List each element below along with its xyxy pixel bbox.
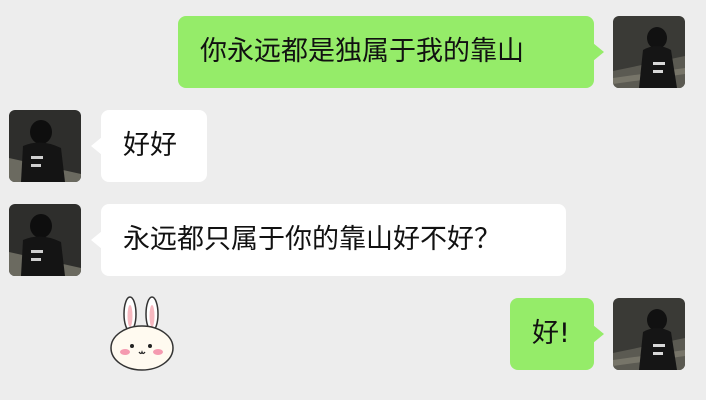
message-text: 永远都只属于你的靠山好不好？: [123, 224, 501, 255]
incoming-message-bubble[interactable]: 好好: [91, 110, 207, 182]
contact-avatar[interactable]: [9, 110, 81, 182]
message-text: 好好: [123, 130, 177, 161]
bunny-sticker[interactable]: [106, 294, 178, 378]
contact-avatar[interactable]: [9, 204, 81, 276]
my-avatar[interactable]: [613, 298, 685, 370]
outgoing-message-bubble[interactable]: 你永远都是独属于我的靠山: [178, 16, 604, 88]
incoming-message-bubble[interactable]: 永远都只属于你的靠山好不好？: [91, 204, 566, 276]
message-text: 你永远都是独属于我的靠山: [200, 36, 524, 67]
message-text: 好!: [532, 318, 570, 349]
outgoing-message-bubble[interactable]: 好!: [510, 298, 604, 370]
my-avatar[interactable]: [613, 16, 685, 88]
